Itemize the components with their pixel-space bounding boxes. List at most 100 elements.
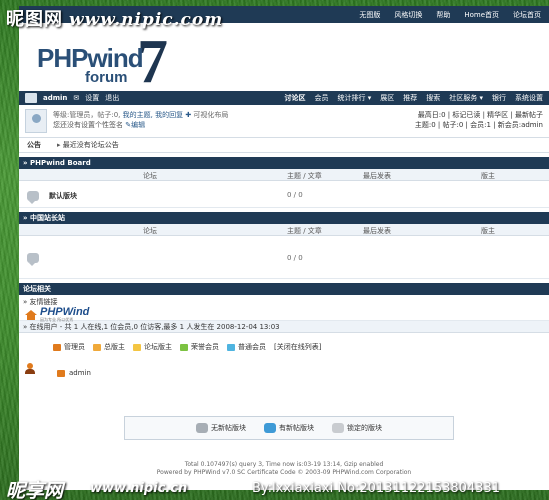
col-topic: 主题 / 文章 — [287, 172, 322, 180]
house-icon — [25, 310, 37, 320]
announcement-bar: 公告 最近没有论坛公告 — [19, 138, 549, 153]
forum-stats-line2: 主题:0 | 帖子:0 | 会员:1 | 新会员:admin — [414, 121, 543, 129]
logo-sub: forum — [85, 69, 128, 86]
forum-status-icon — [27, 191, 39, 204]
topbar-no-image[interactable]: 无图版 — [359, 10, 380, 20]
member-swatch — [227, 343, 235, 351]
navbar-logout[interactable]: 退出 — [105, 93, 119, 103]
legend-label: 管理员 — [64, 343, 85, 351]
section-header: 论坛 主题 / 文章 最后发表 版主 — [19, 169, 549, 181]
section-header: 论坛 主题 / 文章 最后发表 版主 — [19, 224, 549, 236]
watermark-top-url: www.nipic.com — [69, 10, 224, 30]
nav-search[interactable]: 搜索 — [426, 93, 440, 103]
navbar-settings[interactable]: 设置 — [85, 93, 99, 103]
no-new-posts-icon — [196, 423, 208, 433]
nav-discussion[interactable]: 讨论区 — [285, 93, 306, 103]
watermark-bottom-url: www.nipic.cn — [90, 481, 188, 496]
mail-icon[interactable]: ✉ — [73, 94, 79, 102]
watermark-bottom: 昵享网 www.nipic.cn By:lxxiaxiaxi No:201311… — [0, 476, 549, 500]
legend-member: 普通会员 — [227, 342, 266, 352]
online-user[interactable]: admin — [57, 369, 91, 377]
legend-text: 无新帖版块 — [211, 424, 246, 432]
user-group-legend: 管理员 总版主 论坛版主 荣誉会员 普通会员 [关闭在线列表] — [53, 342, 321, 352]
footer-powered: Powered by PHPWind v7.0 SC Certificate C… — [156, 469, 412, 476]
section-related: 论坛相关 » 友情链接 PHPWind 因为专业 所以优秀 » 在线用户 - 共… — [19, 283, 549, 397]
signature-line: 您还没有设置个性签名 ✎编辑 — [53, 120, 145, 130]
people-icon — [25, 363, 37, 374]
nav-members[interactable]: 会员 — [315, 93, 329, 103]
phpwind-link[interactable]: PHPWind 因为专业 所以优秀 — [25, 307, 89, 323]
admin-swatch — [53, 343, 61, 351]
legend-text: 有新帖版块 — [279, 424, 314, 432]
section-title: 论坛相关 — [19, 283, 549, 295]
section-title[interactable]: » PHPwind Board — [19, 157, 549, 169]
super-mod-swatch — [93, 343, 101, 351]
col-forum: 论坛 — [143, 172, 157, 180]
close-online-list[interactable]: [关闭在线列表] — [274, 342, 321, 352]
legend-label: 总版主 — [104, 343, 125, 351]
topbar-forum-home[interactable]: 论坛首页 — [513, 10, 541, 20]
col-topic: 主题 / 文章 — [287, 227, 322, 235]
section-china-webmaster: » 中国站长站 论坛 主题 / 文章 最后发表 版主 0 / 0 — [19, 212, 549, 279]
user-avatar[interactable] — [25, 109, 47, 133]
signature-text: 您还没有设置个性签名 — [53, 121, 123, 129]
nav-system[interactable]: 系统设置 — [515, 93, 543, 103]
legend-super-mod: 总版主 — [93, 342, 125, 352]
main-navbar: admin ✉ 设置 退出 讨论区 会员 统计排行 ▾ 展区 推荐 搜索 社区服… — [19, 91, 549, 105]
online-username[interactable]: admin — [69, 369, 91, 377]
admin-swatch — [57, 369, 65, 377]
nav-menu: 讨论区 会员 统计排行 ▾ 展区 推荐 搜索 社区服务 ▾ 银行 系统设置 — [285, 93, 549, 103]
user-level-line: 等级:管理员，帖子:0, 我的主题, 我的回复 ✚ 可视化布局 — [53, 110, 228, 120]
watermark-top-cn: 昵图网 — [6, 9, 63, 30]
forum-stats-line1: 最高日:0 | 标记已读 | 精华区 | 最新帖子 — [417, 111, 543, 119]
watermark-bottom-by: By:lxxiaxiaxi No:20131122153804331 — [252, 481, 500, 496]
col-forum: 论坛 — [143, 227, 157, 235]
forum-count: 0 / 0 — [287, 191, 303, 199]
locked-forum-icon — [332, 423, 344, 433]
section-title[interactable]: » 中国站长站 — [19, 212, 549, 224]
online-users-header: » 在线用户 - 共 1 人在线,1 位会员,0 位访客,最多 1 人发生在 2… — [19, 321, 549, 333]
col-last: 最后发表 — [363, 227, 391, 235]
forum-name[interactable]: 默认版块 — [49, 191, 77, 201]
forum-icon-legend: 无新帖版块 有新帖版块 锁定的版块 — [124, 416, 454, 440]
footer-debug: Total 0.107497(s) query 3, Time now is:0… — [184, 461, 384, 468]
nav-recommend[interactable]: 推荐 — [403, 93, 417, 103]
user-info-panel: 等级:管理员，帖子:0, 我的主题, 我的回复 ✚ 可视化布局 您还没有设置个性… — [19, 105, 549, 138]
nav-showcase[interactable]: 展区 — [380, 93, 394, 103]
legend-text: 锁定的版块 — [347, 424, 382, 432]
forum-status-icon — [27, 253, 39, 266]
edit-signature-link[interactable]: ✎编辑 — [125, 121, 145, 129]
forum-mod-swatch — [133, 343, 141, 351]
phpwind-brand: PHPWind 因为专业 所以优秀 — [40, 307, 89, 323]
honor-member-swatch — [180, 343, 188, 351]
user-level: 等级:管理员，帖子:0, — [53, 111, 121, 119]
nav-stats[interactable]: 统计排行 ▾ — [338, 93, 372, 103]
legend-label: 荣誉会员 — [191, 343, 219, 351]
topbar-help[interactable]: 帮助 — [436, 10, 450, 20]
online-users-body: 管理员 总版主 论坛版主 荣誉会员 普通会员 [关闭在线列表] admin — [19, 333, 549, 397]
legend-forum-mod: 论坛版主 — [133, 342, 172, 352]
avatar — [25, 93, 37, 103]
topbar-style-switch[interactable]: 风格切换 — [394, 10, 422, 20]
forum-row[interactable]: 默认版块 0 / 0 — [19, 181, 549, 208]
legend-locked: 锁定的版块 — [332, 423, 382, 433]
announcement-label: 公告 — [27, 141, 41, 149]
watermark-top: 昵图网 www.nipic.com — [6, 5, 223, 31]
legend-label: 普通会员 — [238, 343, 266, 351]
announcement-text[interactable]: 最近没有论坛公告 — [57, 140, 119, 150]
legend-admin: 管理员 — [53, 342, 85, 352]
col-mod: 版主 — [481, 172, 495, 180]
nav-community[interactable]: 社区服务 ▾ — [449, 93, 483, 103]
forum-row[interactable]: 0 / 0 — [19, 236, 549, 279]
legend-label: 论坛版主 — [144, 343, 172, 351]
friend-links-row: » 友情链接 PHPWind 因为专业 所以优秀 — [19, 295, 549, 323]
topbar-home[interactable]: Home首页 — [464, 10, 499, 20]
col-last: 最后发表 — [363, 172, 391, 180]
legend-has-new: 有新帖版块 — [264, 423, 314, 433]
navbar-username[interactable]: admin — [43, 94, 67, 102]
col-mod: 版主 — [481, 227, 495, 235]
legend-no-new: 无新帖版块 — [196, 423, 246, 433]
my-topics-link[interactable]: 我的主题, 我的回复 — [123, 111, 183, 119]
visual-layout-link[interactable]: 可视化布局 — [193, 111, 228, 119]
nav-bank[interactable]: 银行 — [492, 93, 506, 103]
